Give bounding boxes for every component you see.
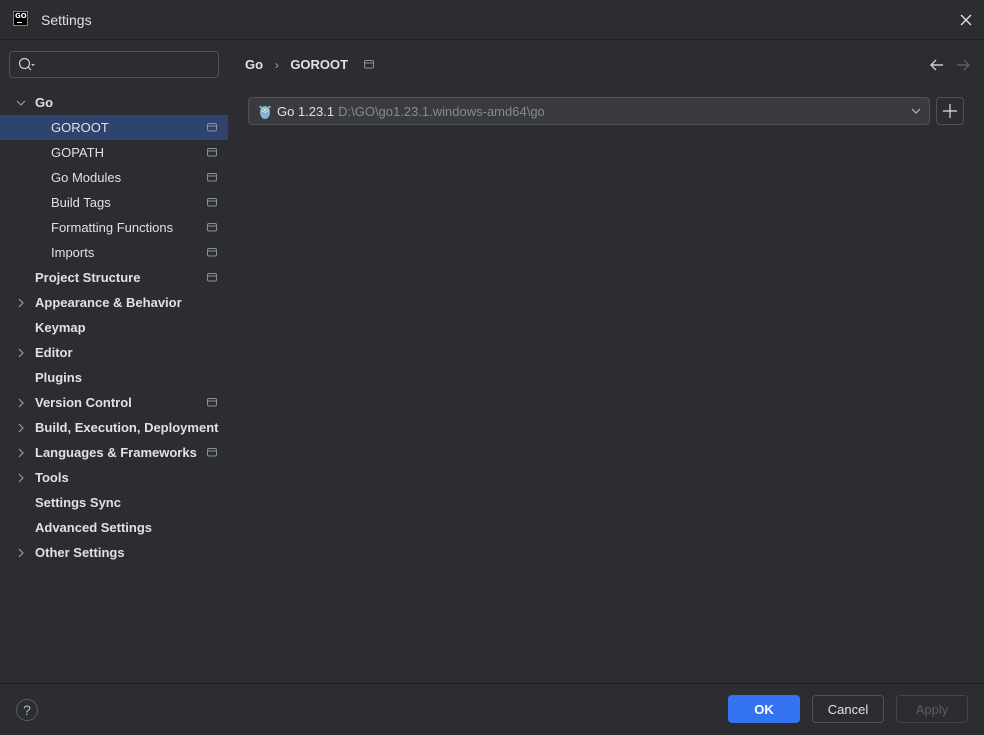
sdk-path: D:\GO\go1.23.1.windows-amd64\go (338, 104, 545, 119)
apply-button[interactable]: Apply (896, 695, 968, 723)
forward-button[interactable] (955, 58, 971, 72)
sidebar-item-label: Go (35, 95, 54, 110)
goland-logo-icon: GO (13, 11, 28, 26)
sidebar-item-label: Settings Sync (35, 495, 121, 510)
chevron-right-icon[interactable] (15, 397, 27, 409)
sidebar-item-label: GOROOT (51, 120, 109, 135)
search-field[interactable] (9, 51, 219, 78)
sidebar-item-label: Languages & Frameworks (35, 445, 197, 460)
sidebar-item-languages-frameworks[interactable]: Languages & Frameworks (0, 440, 229, 465)
sidebar-item-build-tags[interactable]: Build Tags (0, 190, 229, 215)
chevron-right-icon[interactable] (15, 422, 27, 434)
chevron-right-icon[interactable] (15, 347, 27, 359)
sidebar-item-label: Version Control (35, 395, 132, 410)
title-bar: GO Settings (0, 0, 984, 40)
sidebar-item-label: GOPATH (51, 145, 104, 160)
project-scope-icon (207, 398, 217, 407)
project-scope-icon (207, 248, 217, 257)
chevron-right-icon[interactable] (15, 297, 27, 309)
sidebar-item-imports[interactable]: Imports (0, 240, 229, 265)
chevron-right-icon[interactable] (15, 547, 27, 559)
sidebar-item-label: Imports (51, 245, 95, 260)
settings-sidebar: Go GOROOT GOPATH Go Modules Build Tags Format… (0, 41, 229, 683)
goroot-sdk-dropdown[interactable]: Go 1.23.1 D:\GO\go1.23.1.windows-amd64\go (248, 97, 930, 125)
project-scope-icon (207, 173, 217, 182)
project-scope-icon (363, 57, 375, 72)
arrow-left-icon (930, 59, 943, 71)
sidebar-item-label: Project Structure (35, 270, 141, 285)
sidebar-item-appearance-behavior[interactable]: Appearance & Behavior (0, 290, 229, 315)
sidebar-item-formatting-functions[interactable]: Formatting Functions (0, 215, 229, 240)
chevron-down-icon[interactable] (15, 97, 27, 109)
settings-tree: Go GOROOT GOPATH Go Modules Build Tags Format… (0, 90, 229, 565)
sidebar-item-label: Go Modules (51, 170, 122, 185)
sidebar-item-go[interactable]: Go (0, 90, 229, 115)
add-sdk-button[interactable] (936, 97, 964, 125)
breadcrumb-parent[interactable]: Go (245, 57, 263, 72)
main-panel: Go › GOROOT Go 1.23.1 D:\GO\go1.23.1.wind… (229, 41, 984, 683)
sidebar-item-label: Plugins (35, 370, 82, 385)
close-icon (960, 14, 972, 26)
help-button[interactable]: ? (16, 699, 38, 721)
sidebar-item-advanced-settings[interactable]: Advanced Settings (0, 515, 229, 540)
chevron-right-icon[interactable] (15, 447, 27, 459)
project-scope-icon (207, 448, 217, 457)
gopher-icon (259, 105, 271, 119)
window-title: Settings (41, 12, 92, 28)
close-button[interactable] (956, 10, 976, 30)
back-button[interactable] (929, 58, 945, 72)
chevron-right-icon[interactable] (15, 472, 27, 484)
sidebar-item-gopath[interactable]: GOPATH (0, 140, 229, 165)
sidebar-item-keymap[interactable]: Keymap (0, 315, 229, 340)
breadcrumb-current: GOROOT (290, 57, 349, 73)
sidebar-item-goroot[interactable]: GOROOT (0, 115, 228, 140)
project-scope-icon (207, 123, 217, 132)
sdk-name: Go 1.23.1 (277, 104, 335, 119)
search-icon (18, 57, 35, 71)
sidebar-item-version-control[interactable]: Version Control (0, 390, 229, 415)
project-scope-icon (207, 198, 217, 207)
project-scope-icon (207, 148, 217, 157)
sidebar-item-label: Build Tags (51, 195, 111, 210)
sidebar-item-project-structure[interactable]: Project Structure (0, 265, 229, 290)
breadcrumb-separator: › (274, 57, 279, 72)
breadcrumb: Go › GOROOT (245, 56, 375, 72)
sidebar-item-label: Editor (35, 345, 73, 360)
sidebar-item-tools[interactable]: Tools (0, 465, 229, 490)
sidebar-item-go-modules[interactable]: Go Modules (0, 165, 229, 190)
sidebar-item-label: Keymap (35, 320, 86, 335)
project-scope-icon (207, 223, 217, 232)
sidebar-item-label: Tools (35, 470, 69, 485)
sidebar-item-editor[interactable]: Editor (0, 340, 229, 365)
dialog-footer: ? OK Cancel Apply (0, 683, 984, 735)
sidebar-item-label: Advanced Settings (35, 520, 153, 535)
sidebar-item-settings-sync[interactable]: Settings Sync (0, 490, 229, 515)
chevron-down-icon (911, 108, 921, 114)
sidebar-item-build-execution-deployment[interactable]: Build, Execution, Deployment (0, 415, 229, 440)
cancel-button[interactable]: Cancel (812, 695, 884, 723)
sidebar-item-label: Formatting Functions (51, 220, 174, 235)
arrow-right-icon (957, 59, 970, 71)
search-input[interactable] (38, 52, 213, 77)
ok-button[interactable]: OK (728, 695, 800, 723)
project-scope-icon (207, 273, 217, 282)
sidebar-item-label: Build, Execution, Deployment (35, 420, 219, 435)
plus-icon (943, 104, 957, 118)
sidebar-item-label: Appearance & Behavior (35, 295, 182, 310)
sidebar-item-other-settings[interactable]: Other Settings (0, 540, 229, 565)
sidebar-item-plugins[interactable]: Plugins (0, 365, 229, 390)
sidebar-item-label: Other Settings (35, 545, 125, 560)
